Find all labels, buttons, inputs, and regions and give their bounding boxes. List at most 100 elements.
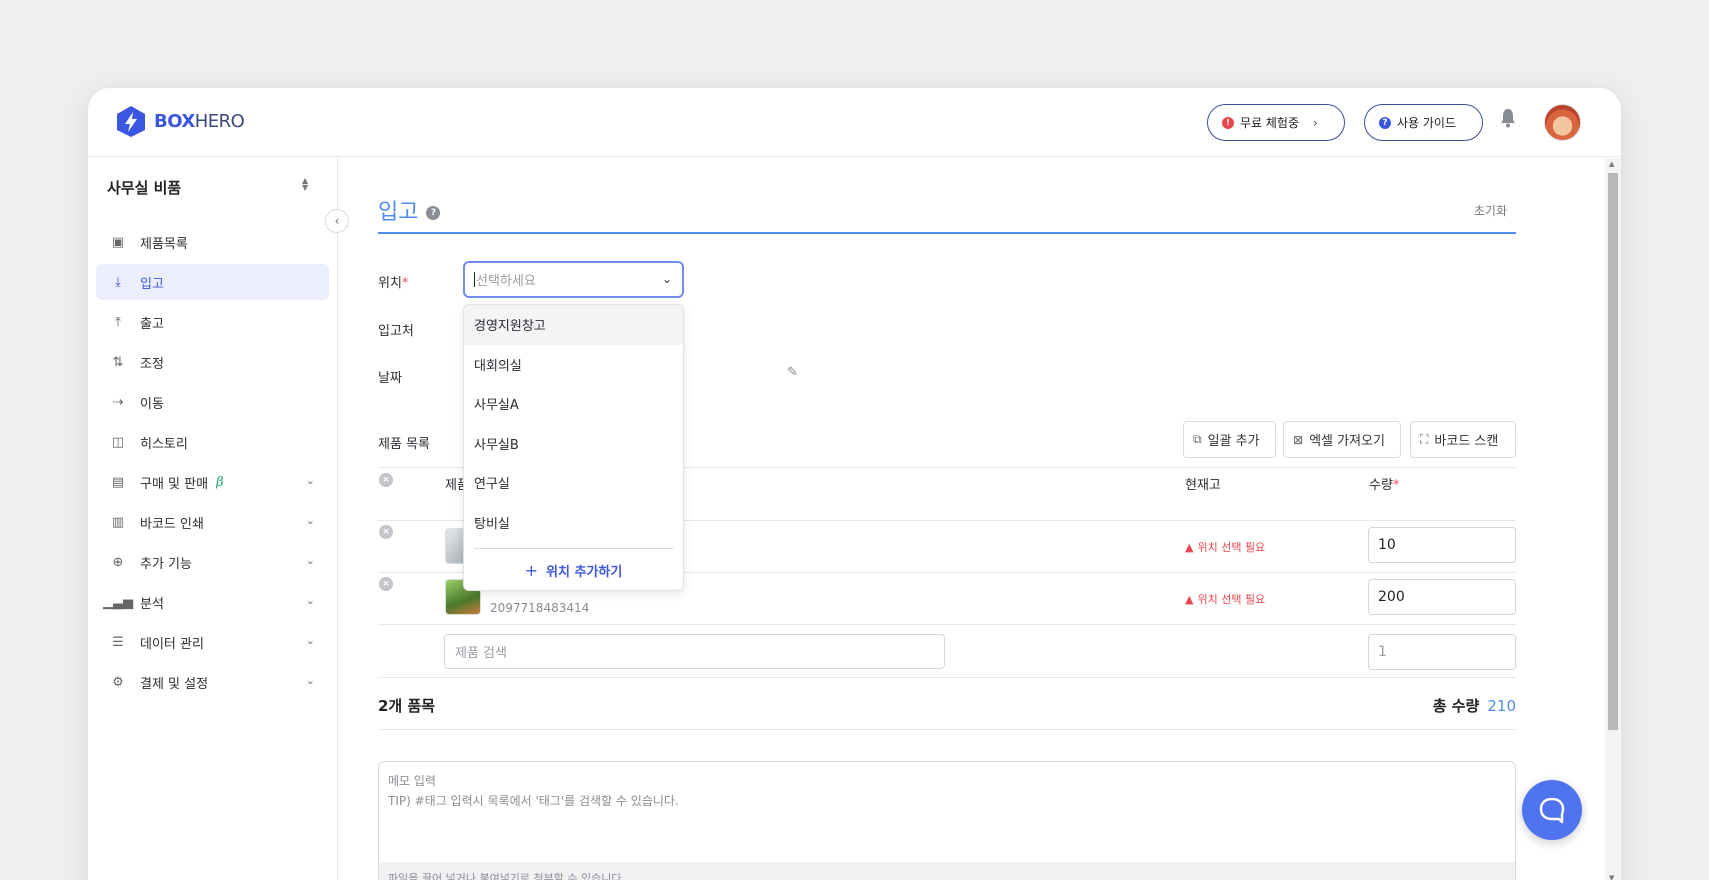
products-section-label: 제품 목록 [378, 437, 430, 452]
dropdown-option[interactable]: 사무실A [464, 384, 683, 424]
new-quantity-input[interactable]: 1 [1368, 634, 1516, 670]
sidebar-item-move[interactable]: ⇢ 이동 [96, 384, 329, 420]
remove-row-icon[interactable]: × [379, 525, 393, 539]
sidebar-item-extensions[interactable]: ⊕ 추가 기능 ⌄ [96, 544, 329, 580]
sidebar-item-barcode-print[interactable]: ▥ 바코드 인쇄 ⌄ [96, 504, 329, 540]
dropdown-option[interactable]: 사무실B [464, 424, 683, 464]
workspace-switch-icon[interactable]: ▲ ▼ [302, 177, 308, 192]
chevron-down-icon: ⌄ [305, 634, 315, 647]
location-label: 위치* [378, 272, 408, 291]
excel-import-button[interactable]: ⊠ 엑셀 가져오기 [1283, 421, 1401, 458]
sidebar-item-label: 이동 [140, 396, 164, 412]
free-trial-button[interactable]: ! 무료 체험중 › [1207, 104, 1345, 141]
sidebar-item-label: 추가 기능 [140, 556, 192, 572]
alert-icon: ! [1222, 116, 1234, 129]
reset-button[interactable]: 초기화 [1474, 202, 1507, 219]
scrollbar-thumb[interactable] [1608, 173, 1618, 730]
location-placeholder: 선택하세요 [476, 274, 536, 289]
warning-text: 위치 선택 필요 [1197, 541, 1266, 554]
memo-textarea[interactable]: 메모 입력 TIP) #태그 입력시 목록에서 '태그'를 검색할 수 있습니다… [378, 761, 1516, 880]
help-icon[interactable]: ? [426, 206, 441, 220]
clear-all-icon[interactable]: × [379, 473, 393, 487]
sidebar-nav: ▣ 제품목록 ⤓ 입고 ⤒ 출고 ⇅ 조정 ⇢ 이동 ◫ 히스토리 ▤ 구매 및… [96, 224, 329, 704]
excel-import-label: 엑셀 가져오기 [1309, 434, 1385, 449]
chevron-down-icon: ⌄ [661, 272, 672, 286]
date-label: 날짜 [378, 371, 402, 386]
remove-row-icon[interactable]: × [379, 577, 393, 591]
sidebar-item-stock-in[interactable]: ⤓ 입고 [96, 264, 329, 300]
bulk-add-button[interactable]: ⧉ 일괄 추가 [1183, 421, 1276, 458]
sidebar-item-label: 히스토리 [140, 436, 188, 452]
sidebar-item-stock-out[interactable]: ⤒ 출고 [96, 304, 329, 340]
quantity-input[interactable]: 200 [1368, 579, 1516, 615]
vertical-scrollbar[interactable]: ▲ ▼ [1605, 158, 1621, 880]
dropdown-option[interactable]: 연구실 [464, 463, 683, 503]
column-header-stock: 현재고 [1185, 478, 1221, 493]
document-icon: ▤ [111, 474, 125, 490]
text-cursor [474, 272, 475, 287]
plus-circle-icon: ⊕ [112, 554, 124, 570]
divider [378, 624, 1516, 625]
collapse-sidebar-button[interactable]: ‹ [325, 209, 349, 233]
help-icon: ? [1379, 116, 1391, 129]
sidebar: 사무실 비품 ▲ ▼ ▣ 제품목록 ⤓ 입고 ⤒ 출고 ⇅ 조정 ⇢ 이동 ◫ … [88, 157, 338, 880]
logo-hexagon-icon [117, 106, 145, 137]
arrow-up-icon: ⤒ [115, 314, 121, 330]
sidebar-item-label: 제품목록 [140, 236, 188, 252]
required-mark: * [401, 276, 409, 291]
file-drop-hint[interactable]: 파일을 끌어 넣거나 붙여넣기로 첨부할 수 있습니다. [379, 862, 1515, 880]
sidebar-item-purchase-sales[interactable]: ▤ 구매 및 판매 β ⌄ [96, 464, 329, 500]
bell-icon[interactable] [1500, 108, 1516, 128]
barcode-scan-button[interactable]: ⛶ 바코드 스캔 [1410, 421, 1516, 458]
user-guide-button[interactable]: ? 사용 가이드 [1364, 104, 1483, 141]
free-trial-label: 무료 체험중 [1240, 116, 1300, 130]
quantity-input[interactable]: 10 [1368, 527, 1516, 563]
sidebar-item-label: 바코드 인쇄 [140, 516, 204, 532]
user-avatar[interactable] [1544, 104, 1581, 141]
total-quantity: 총 수량 210 [1433, 695, 1516, 716]
logo-text: BOXHERO [154, 111, 245, 132]
page-title: 입고 [378, 200, 419, 225]
sidebar-item-adjust[interactable]: ⇅ 조정 [96, 344, 329, 380]
sidebar-item-history[interactable]: ◫ 히스토리 [96, 424, 329, 460]
column-header-qty: 수량* [1369, 474, 1399, 493]
sidebar-item-products[interactable]: ▣ 제품목록 [96, 224, 329, 260]
bulk-add-label: 일괄 추가 [1207, 434, 1260, 449]
box-icon: ▣ [111, 234, 125, 250]
chevron-left-icon: ‹ [334, 214, 340, 228]
pencil-icon[interactable]: ✎ [787, 365, 798, 380]
dropdown-option[interactable]: 대회의실 [464, 345, 683, 385]
dropdown-option[interactable]: 탕비실 [464, 503, 683, 543]
product-search-input[interactable]: 제품 검색 [444, 634, 945, 669]
sidebar-item-label: 결제 및 설정 [140, 676, 209, 692]
barcode-scan-label: 바코드 스캔 [1434, 434, 1499, 449]
supplier-label: 입고처 [378, 324, 414, 339]
sidebar-item-label: 조정 [140, 356, 164, 372]
location-dropdown: 경영지원창고 대회의실 사무실A 사무실B 연구실 탕비실 + 위치 추가하기 [463, 304, 684, 591]
total-label: 총 수량 [1432, 697, 1480, 715]
warning-icon: ▲ [1185, 540, 1194, 554]
dropdown-option[interactable]: 경영지원창고 [464, 305, 683, 345]
chevron-down-icon: ⌄ [305, 514, 315, 527]
scroll-up-icon[interactable]: ▲ [1609, 160, 1614, 168]
location-label-text: 위치 [378, 276, 402, 291]
location-select[interactable]: 선택하세요 ⌄ [463, 261, 684, 298]
copy-plus-icon: ⧉ [1193, 432, 1202, 446]
sidebar-item-label: 데이터 관리 [140, 636, 204, 652]
bar-chart-icon: ▁▃▅ [103, 594, 133, 610]
top-bar: BOXHERO ! 무료 체험중 › ? 사용 가이드 [88, 88, 1621, 157]
memo-tip: TIP) #태그 입력시 목록에서 '태그'를 검색할 수 있습니다. [388, 794, 679, 808]
workspace-name[interactable]: 사무실 비품 [107, 177, 181, 198]
sidebar-item-data-management[interactable]: ☰ 데이터 관리 ⌄ [96, 624, 329, 660]
gear-icon: ⚙ [112, 674, 124, 690]
history-icon: ◫ [111, 434, 125, 450]
boxhero-logo[interactable]: BOXHERO [116, 105, 245, 138]
sidebar-item-analytics[interactable]: ▁▃▅ 분석 ⌄ [96, 584, 329, 620]
arrow-right-icon: ⇢ [112, 394, 124, 410]
main-content: 입고? 초기화 위치* 선택하세요 ⌄ 입고처 날짜 ✎ 경영지원창고 대회의실… [338, 157, 1603, 880]
sidebar-item-billing-settings[interactable]: ⚙ 결제 및 설정 ⌄ [96, 664, 329, 700]
database-icon: ☰ [112, 634, 124, 650]
scroll-down-icon[interactable]: ▼ [1609, 874, 1614, 880]
chat-button[interactable] [1522, 780, 1582, 840]
add-location-button[interactable]: + 위치 추가하기 [464, 555, 683, 585]
